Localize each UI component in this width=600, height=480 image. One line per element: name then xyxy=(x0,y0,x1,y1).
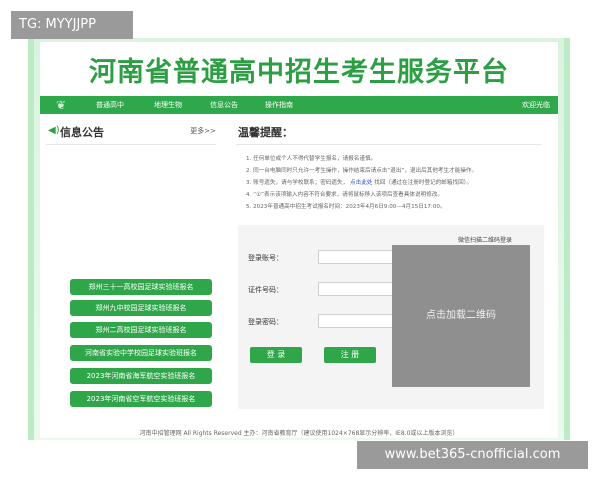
account-label: 登录账号： xyxy=(248,254,283,262)
password-input[interactable] xyxy=(318,314,402,328)
info-title: 信息公告 xyxy=(60,126,104,139)
nav-bar: ❦ 普通高中 地理生物 信息公告 操作指南 欢迎光临 xyxy=(40,96,558,114)
tip-line: 3. 账号遗失，请与学校联系；密码遗失， 点击此处 找回（通过在注册时登记的邮箱… xyxy=(246,178,472,186)
tip-line: 2. 同一台电脑同时只允许一考生操作，操作结束后请点击“退出”，退出后其他考生才… xyxy=(246,168,478,174)
tip-text: 3. 账号遗失，请与学校联系；密码遗失， xyxy=(246,180,349,186)
tips-title: 温馨提醒： xyxy=(238,126,293,139)
nav-item-geo-bio[interactable]: 地理生物 xyxy=(154,98,182,112)
nav-item-general-high-school[interactable]: 普通高中 xyxy=(96,98,124,112)
tip-text: 找回（通过在注册时登记的邮箱找回）。 xyxy=(374,180,473,186)
leaf-logo-icon: ❦ xyxy=(56,98,67,112)
account-input[interactable] xyxy=(318,250,402,264)
login-button[interactable]: 登 录 xyxy=(250,347,302,363)
divider xyxy=(46,144,216,145)
password-label: 登录密码： xyxy=(248,318,283,326)
info-panel: ◀) 信息公告 更多>> 郑州三十一高校园足球实验班报名 郑州九中校园足球实验班… xyxy=(40,114,220,414)
more-link[interactable]: 更多>> xyxy=(190,126,216,136)
nav-item-guide[interactable]: 操作指南 xyxy=(265,98,293,112)
watermark: www.bet365-cnofficial.com xyxy=(357,441,588,469)
speaker-icon: ◀) xyxy=(48,125,60,136)
login-box: 登录账号： 证件号码： 登录密码： 登 录 注 册 微信扫描二维码登录 点击加载… xyxy=(238,225,544,409)
register-button[interactable]: 注 册 xyxy=(324,347,376,363)
page-title: 河南省普通高中招生考生服务平台 xyxy=(89,57,509,88)
nav-item-announcements[interactable]: 信息公告 xyxy=(210,98,238,112)
apply-button-zz31[interactable]: 郑州三十一高校园足球实验班报名 xyxy=(70,279,212,295)
recover-password-link[interactable]: 点击此处 xyxy=(350,180,372,186)
qr-label: 微信扫描二维码登录 xyxy=(457,237,512,244)
welcome-text: 欢迎光临 xyxy=(522,101,550,109)
tips-panel: 温馨提醒： 1. 任何单位或个人不得代替学生报名，请报名谨慎。 2. 同一台电脑… xyxy=(228,114,548,414)
apply-button-navy[interactable]: 2023年河南省海军航空实验班报名 xyxy=(70,368,212,384)
apply-button-airforce[interactable]: 2023年河南省空军航空实验班报名 xyxy=(70,391,212,407)
id-label: 证件号码： xyxy=(248,286,283,294)
id-input[interactable] xyxy=(318,282,402,296)
apply-button-zz2[interactable]: 郑州二高校园足球实验班报名 xyxy=(70,322,212,338)
apply-button-henan-exp[interactable]: 河南省实验中学校园足球实验班报名 xyxy=(70,345,212,361)
qr-code-area[interactable]: 点击加载二维码 xyxy=(392,245,530,387)
overlay-tag: TG: MYYJJPP xyxy=(11,11,133,39)
footer: 河南中招管理网 All Rights Reserved 主办：河南省教育厅（建议… xyxy=(139,430,459,437)
tip-line: 1. 任何单位或个人不得代替学生报名，请报名谨慎。 xyxy=(246,156,377,162)
tip-line: 4. “①”表示该项输入内容不符合要求，请将鼠标移入该项后查看具体说明修改。 xyxy=(246,192,443,198)
tip-line: 5. 2023年普通高中招生考试报名时间：2023年4月6日9:00—4月15日… xyxy=(246,204,446,210)
divider xyxy=(236,144,542,145)
apply-button-zz9[interactable]: 郑州九中校园足球实验班报名 xyxy=(70,300,212,316)
